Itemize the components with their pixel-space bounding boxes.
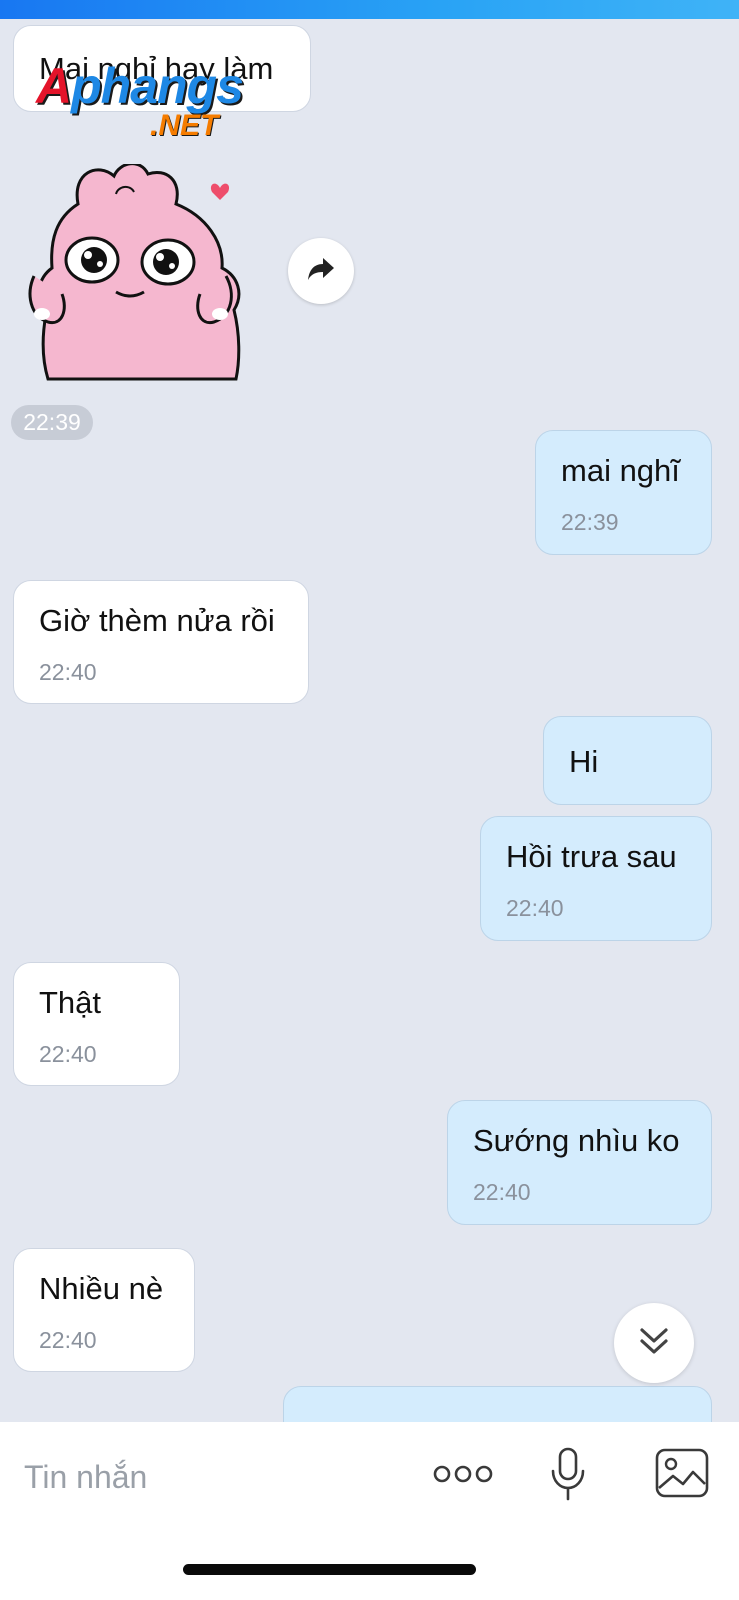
top-accent-bar: [0, 0, 739, 19]
message-text: Thật: [39, 985, 102, 1020]
message-bubble-outgoing[interactable]: Sướng nhìu ko 22:40: [447, 1100, 712, 1225]
message-text: Nhiều nè: [39, 1271, 164, 1306]
message-bubble-incoming[interactable]: Giờ thèm nửa rồi 22:40: [13, 580, 309, 704]
message-list[interactable]: Mai nghỉ hay làm Aphangs .NET 22:39 mai …: [0, 19, 739, 1422]
microphone-icon: [550, 1447, 586, 1506]
message-text: mai nghĩ: [561, 453, 680, 488]
message-time: 22:40: [39, 1327, 97, 1353]
attach-image-button[interactable]: [652, 1446, 712, 1504]
voice-record-button[interactable]: [542, 1446, 594, 1506]
scroll-to-bottom-button[interactable]: [614, 1303, 694, 1383]
message-time: 22:40: [39, 1041, 97, 1067]
share-arrow-icon: [306, 256, 336, 287]
message-text: Hi: [569, 744, 599, 779]
share-button[interactable]: [288, 238, 354, 304]
message-time: 22:40: [473, 1179, 531, 1205]
more-dots-icon: [433, 1464, 493, 1489]
message-time: 22:40: [39, 659, 97, 685]
pink-bunny-sticker[interactable]: [20, 164, 250, 389]
composer-bar: [0, 1422, 739, 1600]
message-bubble-outgoing-partial[interactable]: [283, 1386, 712, 1422]
message-text: Sướng nhìu ko: [473, 1123, 680, 1158]
message-bubble-outgoing[interactable]: Hồi trưa sau 22:40: [480, 816, 712, 941]
message-bubble-outgoing[interactable]: mai nghĩ 22:39: [535, 430, 712, 555]
more-button[interactable]: [430, 1452, 496, 1500]
message-text: Hồi trưa sau: [506, 839, 677, 874]
sticker-timestamp: 22:39: [11, 405, 93, 440]
watermark-logo: Aphangs .NET: [36, 58, 244, 142]
home-indicator: [183, 1564, 476, 1575]
message-input[interactable]: [22, 1452, 386, 1502]
message-bubble-incoming[interactable]: Nhiều nè 22:40: [13, 1248, 195, 1372]
message-bubble-incoming[interactable]: Thật 22:40: [13, 962, 180, 1086]
message-time: 22:39: [561, 509, 619, 535]
image-icon: [655, 1448, 709, 1503]
double-chevron-down-icon: [637, 1324, 671, 1363]
message-text: Giờ thèm nửa rồi: [39, 603, 275, 638]
message-time: 22:40: [506, 895, 564, 921]
message-bubble-outgoing[interactable]: Hi: [543, 716, 712, 805]
